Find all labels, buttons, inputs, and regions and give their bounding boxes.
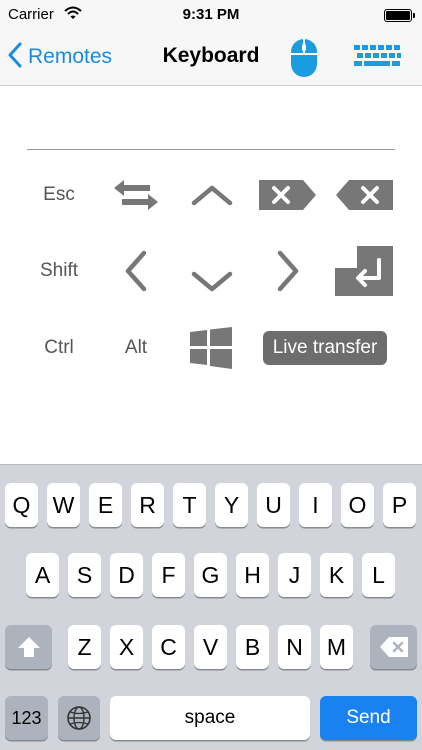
delete-forward-icon: [259, 180, 316, 210]
divider: [27, 149, 395, 150]
delete-keyboard-key[interactable]: [370, 625, 417, 669]
key-d[interactable]: D: [110, 553, 143, 597]
status-bar: Carrier 9:31 PM: [0, 0, 422, 30]
key-q[interactable]: Q: [5, 483, 38, 527]
key-f[interactable]: F: [152, 553, 185, 597]
key-a[interactable]: A: [26, 553, 59, 597]
esc-label: Esc: [43, 184, 75, 205]
navigation-bar: Remotes Keyboard: [0, 30, 422, 86]
key-i[interactable]: I: [299, 483, 332, 527]
arrow-right-key[interactable]: [268, 248, 308, 294]
chevron-up-icon: [191, 185, 233, 206]
back-button[interactable]: Remotes: [8, 42, 112, 72]
key-c[interactable]: C: [152, 625, 185, 669]
key-b[interactable]: B: [236, 625, 269, 669]
clock: 9:31 PM: [182, 6, 240, 23]
key-s[interactable]: S: [68, 553, 101, 597]
back-label: Remotes: [28, 45, 113, 68]
key-w[interactable]: W: [47, 483, 80, 527]
delete-forward-key[interactable]: [259, 178, 317, 212]
globe-icon: [67, 706, 91, 730]
shift-arrow-icon: [17, 637, 40, 657]
mouse-icon: [291, 39, 317, 77]
on-screen-keyboard: Q W E R T Y U I O P A S D F G H J K L Z …: [0, 464, 422, 750]
swap-arrows-icon: [114, 180, 158, 210]
key-h[interactable]: H: [236, 553, 269, 597]
key-t[interactable]: T: [173, 483, 206, 527]
keyboard-mode-button[interactable]: [354, 43, 402, 71]
chevron-left-icon: [8, 42, 22, 73]
chevron-left-icon: [125, 250, 147, 292]
key-x[interactable]: X: [110, 625, 143, 669]
numbers-key[interactable]: 123: [5, 696, 48, 740]
esc-key[interactable]: Esc: [24, 177, 94, 213]
key-m[interactable]: M: [320, 625, 353, 669]
shift-keyboard-key[interactable]: [5, 625, 52, 669]
arrow-left-key[interactable]: [116, 248, 156, 294]
key-v[interactable]: V: [194, 625, 227, 669]
backspace-icon: [336, 180, 393, 210]
globe-key[interactable]: [58, 696, 100, 740]
backspace-key[interactable]: [335, 178, 393, 212]
alt-label: Alt: [124, 337, 148, 358]
arrow-up-key[interactable]: [188, 177, 236, 213]
battery-level: [386, 11, 410, 20]
key-y[interactable]: Y: [215, 483, 248, 527]
key-r[interactable]: R: [131, 483, 164, 527]
mouse-mode-button[interactable]: [290, 38, 318, 78]
windows-logo-icon: [190, 327, 232, 369]
ctrl-key[interactable]: Ctrl: [24, 330, 94, 366]
delete-backward-icon: [379, 637, 408, 657]
key-j[interactable]: J: [278, 553, 311, 597]
key-k[interactable]: K: [320, 553, 353, 597]
ctrl-label: Ctrl: [44, 337, 74, 358]
key-e[interactable]: E: [89, 483, 122, 527]
shift-key[interactable]: Shift: [24, 253, 94, 289]
return-icon: [335, 246, 393, 296]
enter-key[interactable]: [335, 246, 393, 296]
chevron-right-icon: [277, 250, 299, 292]
key-z[interactable]: Z: [68, 625, 101, 669]
battery-icon: [384, 9, 415, 22]
chevron-down-icon: [191, 271, 233, 292]
send-key[interactable]: Send: [320, 696, 417, 740]
alt-key[interactable]: Alt: [106, 330, 166, 366]
key-o[interactable]: O: [341, 483, 374, 527]
windows-key[interactable]: [186, 325, 236, 371]
live-transfer-button[interactable]: Live transfer: [263, 331, 387, 365]
tab-key[interactable]: [106, 177, 166, 213]
arrow-down-key[interactable]: [188, 266, 236, 298]
keyboard-icon: [354, 45, 401, 66]
space-key[interactable]: space: [110, 696, 310, 740]
key-u[interactable]: U: [257, 483, 290, 527]
key-n[interactable]: N: [278, 625, 311, 669]
key-g[interactable]: G: [194, 553, 227, 597]
key-p[interactable]: P: [383, 483, 416, 527]
shift-label: Shift: [39, 260, 79, 281]
key-l[interactable]: L: [362, 553, 395, 597]
